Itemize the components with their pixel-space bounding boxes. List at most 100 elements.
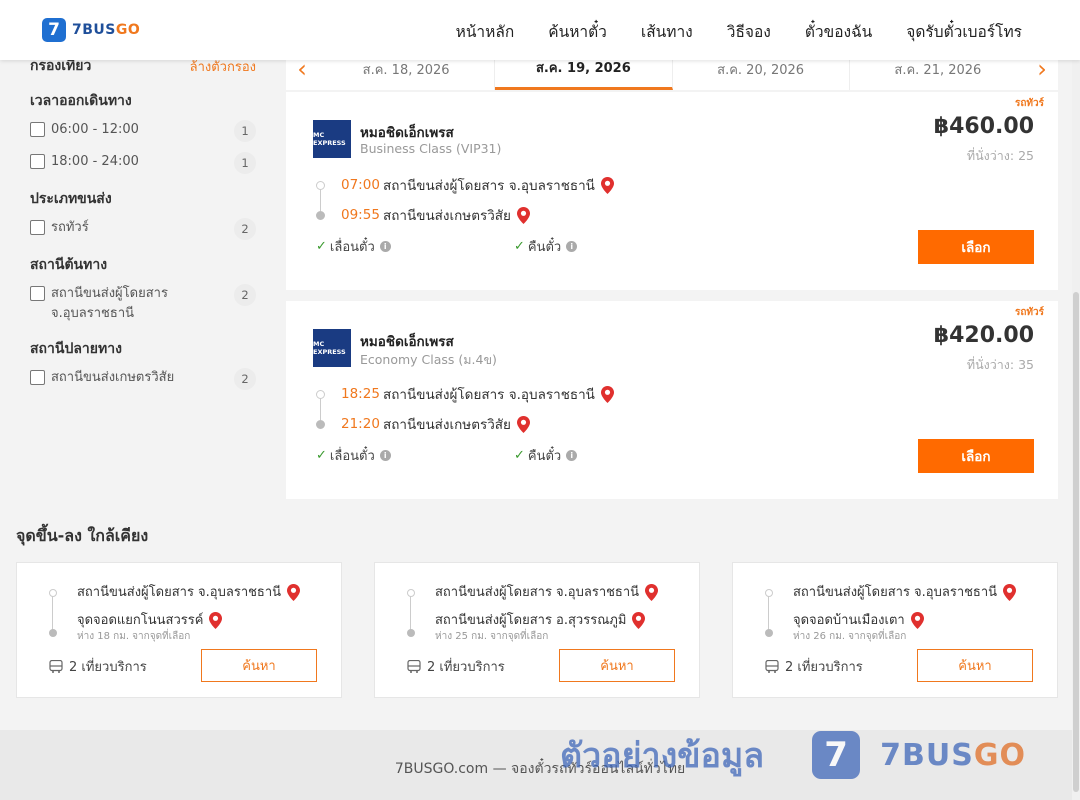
filter-option[interactable]: 18:00 - 24:00 1	[30, 152, 256, 174]
info-icon[interactable]: i	[379, 241, 391, 252]
count-badge: 1	[234, 120, 256, 142]
map-pin-icon[interactable]	[910, 612, 924, 629]
map-pin-icon[interactable]	[287, 584, 301, 601]
nav-home[interactable]: หน้าหลัก	[456, 19, 515, 44]
nearby-to: สถานีขนส่งผู้โดยสาร อ.สุวรรณภูมิ	[435, 609, 646, 630]
info-icon[interactable]: i	[379, 450, 391, 461]
trip-card: รถทัวร์ MC EXPRESS หมอชิดเอ็กเพรส Econom…	[286, 301, 1058, 499]
checkbox[interactable]	[30, 370, 45, 385]
nearby-search-button[interactable]: ค้นหา	[201, 649, 317, 682]
feature-refund: ✓ คืนตั๋ว i	[514, 445, 578, 466]
filter-group-destination: สถานีปลายทาง สถานีขนส่งเกษตรวิสัย 2	[16, 338, 270, 390]
stop-dot	[316, 210, 325, 220]
info-icon[interactable]: i	[566, 241, 578, 252]
ticket-price: ฿420.00	[933, 323, 1034, 348]
stop-dot	[316, 180, 325, 190]
page-footer: 7BUSGO.com — จองตั๋วรถทัวร์ออนไลน์ทั่วไท…	[0, 730, 1080, 800]
bus-icon	[407, 660, 421, 673]
filter-group-title: สถานีต้นทาง	[30, 257, 108, 273]
route-line	[410, 593, 411, 631]
nearby-section-title: จุดขึ้น-ลง ใกล้เคียง	[16, 526, 149, 545]
checkbox[interactable]	[30, 122, 45, 137]
nav-how-to-book[interactable]: วิธีจอง	[727, 19, 771, 44]
departure-stop: 18:25 สถานีขนส่งผู้โดยสาร จ.อุบลราชธานี	[316, 379, 614, 409]
select-trip-button[interactable]: เลือก	[918, 230, 1034, 264]
map-pin-icon[interactable]	[645, 584, 659, 601]
count-badge: 2	[234, 284, 256, 306]
nearby-search-button[interactable]: ค้นหา	[559, 649, 675, 682]
departure-time: 07:00	[341, 177, 380, 193]
feature-label: คืนตั๋ว	[527, 240, 562, 255]
arrival-station: สถานีขนส่งเกษตรวิสัย	[383, 417, 511, 433]
checkbox[interactable]	[30, 220, 45, 235]
nearby-card: สถานีขนส่งผู้โดยสาร จ.อุบลราชธานี สถานีข…	[374, 562, 700, 698]
nav-my-tickets[interactable]: ตั๋วของฉัน	[805, 19, 872, 44]
page-scrollbar[interactable]	[1072, 60, 1080, 800]
stop-dot	[407, 589, 415, 597]
filter-group-origin: สถานีต้นทาง สถานีขนส่งผู้โดยสาร จ.อุบลรา…	[16, 254, 270, 324]
trip-route: 07:00 สถานีขนส่งผู้โดยสาร จ.อุบลราชธานี …	[316, 170, 614, 230]
scrollbar-thumb[interactable]	[1073, 292, 1079, 792]
departure-time: 18:25	[341, 386, 380, 402]
feature-refund: ✓ คืนตั๋ว i	[514, 236, 578, 257]
arrival-time: 09:55	[341, 207, 380, 223]
map-pin-icon[interactable]	[516, 415, 530, 433]
map-pin-icon[interactable]	[632, 612, 646, 629]
checkbox[interactable]	[30, 154, 45, 169]
nav-ticket-points[interactable]: จุดรับตั๋วเบอร์โทร	[906, 19, 1022, 44]
info-icon[interactable]: i	[566, 450, 578, 461]
filter-option[interactable]: สถานีขนส่งผู้โดยสาร จ.อุบลราชธานี 2	[30, 284, 256, 324]
operator-logo: MC EXPRESS	[313, 120, 351, 158]
count-badge: 1	[234, 152, 256, 174]
stop-dot	[316, 389, 325, 399]
transport-type-label: รถทัวร์	[1014, 307, 1044, 318]
feature-label: เลื่อนตั๋ว	[329, 449, 375, 464]
filter-option-label: สถานีขนส่งผู้โดยสาร จ.อุบลราชธานี	[51, 286, 168, 321]
seats-available: ที่นั่งว่าง: 25	[966, 148, 1034, 163]
filter-option-label: 06:00 - 12:00	[51, 122, 139, 137]
nearby-to: จุดจอดบ้านเมืองเตา	[793, 609, 924, 630]
nearby-search-button[interactable]: ค้นหา	[917, 649, 1033, 682]
arrival-time: 21:20	[341, 416, 380, 432]
filter-group-transport-type: ประเภทขนส่ง รถทัวร์ 2	[16, 188, 270, 240]
stop-dot	[316, 419, 325, 429]
stop-dot	[765, 629, 773, 637]
nearby-distance: ห่าง 26 กม. จากจุดที่เลือก	[793, 631, 907, 642]
feature-label: เลื่อนตั๋ว	[329, 240, 375, 255]
checkbox[interactable]	[30, 286, 45, 301]
arrival-station: สถานีขนส่งเกษตรวิสัย	[383, 208, 511, 224]
map-pin-icon[interactable]	[209, 612, 223, 629]
stop-dot	[407, 629, 415, 637]
nearby-card: สถานีขนส่งผู้โดยสาร จ.อุบลราชธานี จุดจอด…	[732, 562, 1058, 698]
nearby-distance: ห่าง 18 กม. จากจุดที่เลือก	[77, 631, 191, 642]
check-icon: ✓	[514, 448, 525, 463]
nav-search-tickets[interactable]: ค้นหาตั๋ว	[548, 19, 607, 44]
top-navbar: 7 7BUSGO หน้าหลัก ค้นหาตั๋ว เส้นทาง วิธี…	[0, 0, 1080, 60]
filter-option[interactable]: สถานีขนส่งเกษตรวิสัย 2	[30, 368, 256, 390]
operator-logo: MC EXPRESS	[313, 329, 351, 367]
map-pin-icon[interactable]	[516, 206, 530, 224]
filter-option[interactable]: 06:00 - 12:00 1	[30, 120, 256, 142]
filter-option[interactable]: รถทัวร์ 2	[30, 218, 256, 240]
nav-routes[interactable]: เส้นทาง	[641, 19, 693, 44]
logo-mark-icon: 7	[42, 18, 66, 42]
seats-available: ที่นั่งว่าง: 35	[966, 357, 1034, 372]
transport-type-label: รถทัวร์	[1014, 98, 1044, 109]
feature-label: คืนตั๋ว	[527, 449, 562, 464]
nearby-from: สถานีขนส่งผู้โดยสาร จ.อุบลราชธานี	[793, 581, 1017, 602]
map-pin-icon[interactable]	[600, 176, 614, 194]
select-trip-button[interactable]: เลือก	[918, 439, 1034, 473]
filter-group-title: สถานีปลายทาง	[30, 341, 122, 357]
footer-text: 7BUSGO.com — จองตั๋วรถทัวร์ออนไลน์ทั่วไท…	[394, 761, 686, 777]
feature-reschedule: ✓ เลื่อนตั๋ว i	[316, 236, 391, 257]
operator-name: หมอชิดเอ็กเพรส	[360, 334, 454, 350]
filter-group-title: เวลาออกเดินทาง	[30, 93, 132, 109]
filter-group-title: ประเภทขนส่ง	[30, 191, 112, 207]
map-pin-icon[interactable]	[600, 385, 614, 403]
map-pin-icon[interactable]	[1003, 584, 1017, 601]
main-nav: หน้าหลัก ค้นหาตั๋ว เส้นทาง วิธีจอง ตั๋วข…	[456, 19, 1022, 44]
stop-dot	[765, 589, 773, 597]
stop-dot	[49, 589, 57, 597]
trip-count-label: 2 เที่ยวบริการ	[785, 660, 863, 675]
brand-logo[interactable]: 7 7BUSGO	[42, 18, 140, 42]
